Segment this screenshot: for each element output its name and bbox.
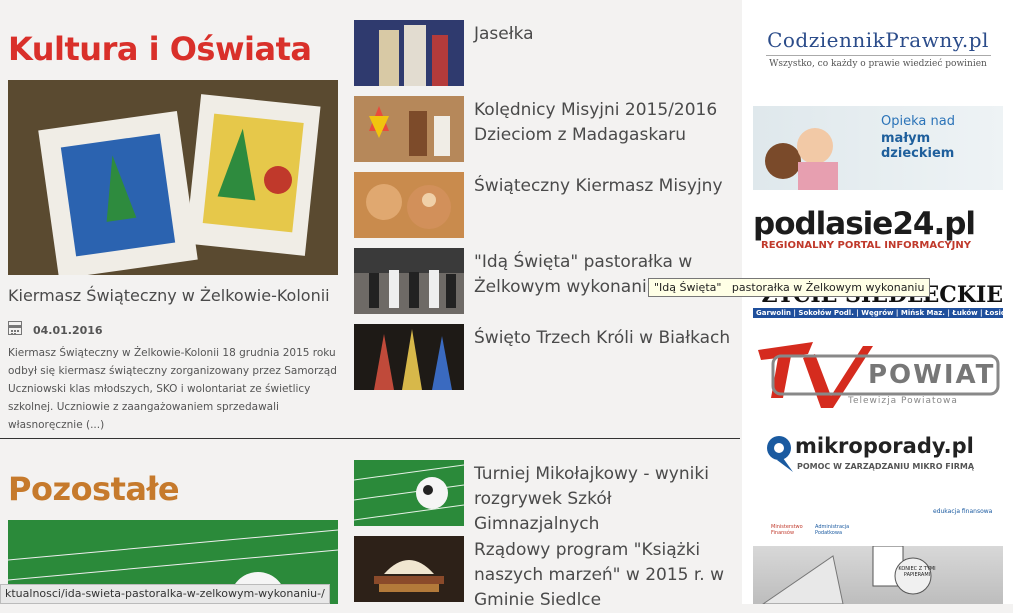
ad-podlasie24[interactable]: podlasie24.pl REGIONALNY PORTAL INFORMAC… xyxy=(753,208,1003,256)
ad-codziennik-underline xyxy=(765,55,991,56)
list-item-title[interactable]: Rządowy program "Książki naszych marzeń"… xyxy=(474,538,734,613)
section-divider xyxy=(0,438,740,439)
ad-tv-powiat-tagline: Telewizja Powiatowa xyxy=(848,396,958,406)
list-item-title[interactable]: Turniej Mikołajkowy - wyniki rozgrywek S… xyxy=(474,462,734,537)
section-title-culture: Kultura i Oświata xyxy=(8,30,312,68)
thumb-ksiazki[interactable] xyxy=(354,536,464,602)
ad-pit-edu-label: edukacja finansowa xyxy=(933,508,993,515)
ad-pit-image xyxy=(753,545,1003,605)
ad-pit[interactable]: Ministerstwo Finansów Administracja Poda… xyxy=(753,496,1003,605)
ad-codziennik-tagline: Wszystko, co każdy o prawie wiedzieć pow… xyxy=(769,59,987,69)
ad-zycie-towns: Garwolin | Sokołów Podl. | Węgrów | Mińs… xyxy=(753,308,1003,318)
ad-opieka-image xyxy=(765,128,838,190)
ad-podlasie24-tagline: REGIONALNY PORTAL INFORMACYJNY xyxy=(761,240,971,251)
list-item-title[interactable]: Jasełka xyxy=(474,22,734,47)
ad-codziennik-prawny[interactable]: CodziennikPrawny.pl Wszystko, co każdy o… xyxy=(753,28,1003,78)
thumb-ida-swieta[interactable] xyxy=(354,248,464,314)
ad-opieka[interactable]: Opieka nad małym dzieckiem xyxy=(753,106,1003,190)
ad-codziennik-logo: CodziennikPrawny.pl xyxy=(767,28,989,52)
ad-pit-mf-label: Ministerstwo Finansów xyxy=(771,524,803,536)
ad-opieka-line1: Opieka nad xyxy=(881,114,955,129)
ad-tv-powiat-name: POWIAT xyxy=(868,360,996,390)
section-title-other: Pozostałe xyxy=(8,470,180,508)
ad-tv-powiat[interactable]: POWIAT Telewizja Powiatowa xyxy=(753,338,1003,410)
ad-mikroporady-tagline: POMOC W ZARZĄDZANIU MIKRO FIRMĄ xyxy=(797,462,975,471)
calendar-icon xyxy=(8,321,22,335)
ad-mikroporady[interactable]: mikroporady.pl POMOC W ZARZĄDZANIU MIKRO… xyxy=(753,432,1003,476)
ad-pit-admin-label: Administracja Podatkowa xyxy=(815,524,850,536)
thumb-jaselka[interactable] xyxy=(354,20,464,86)
ad-mikroporady-logo: mikroporady.pl xyxy=(795,434,974,458)
thumb-kiermasz-misyjny[interactable] xyxy=(354,172,464,238)
ad-pit-note: KONIEC Z TYMI PAPIERAMI xyxy=(898,566,936,578)
featured-date: 04.01.2016 xyxy=(33,324,103,337)
list-item-title[interactable]: Kolędnicy Misyjni 2015/2016 Dzieciom z M… xyxy=(474,98,734,148)
thumb-koledgnicy[interactable] xyxy=(354,96,464,162)
featured-image[interactable] xyxy=(8,80,338,275)
list-item-title[interactable]: Święto Trzech Króli w Białkach xyxy=(474,326,734,351)
tooltip: "Idą Święta" pastorałka w Żelkowym wykon… xyxy=(648,278,931,297)
browser-status-bar: ktualnosci/ida-swieta-pastoralka-w-zelko… xyxy=(0,584,330,604)
ad-podlasie24-logo: podlasie24.pl xyxy=(753,206,976,242)
thumb-trzech-kroli[interactable] xyxy=(354,324,464,390)
list-item-title[interactable]: Świąteczny Kiermasz Misyjny xyxy=(474,174,734,199)
featured-excerpt: Kiermasz Świąteczny w Żelkowie-Kolonii 1… xyxy=(8,347,337,431)
thumb-turniej[interactable] xyxy=(354,460,464,526)
ad-opieka-line2: małym dzieckiem xyxy=(881,131,955,161)
featured-title-link[interactable]: Kiermasz Świąteczny w Żelkowie-Kolonii xyxy=(8,286,330,305)
featured-photo-frames xyxy=(8,80,338,275)
